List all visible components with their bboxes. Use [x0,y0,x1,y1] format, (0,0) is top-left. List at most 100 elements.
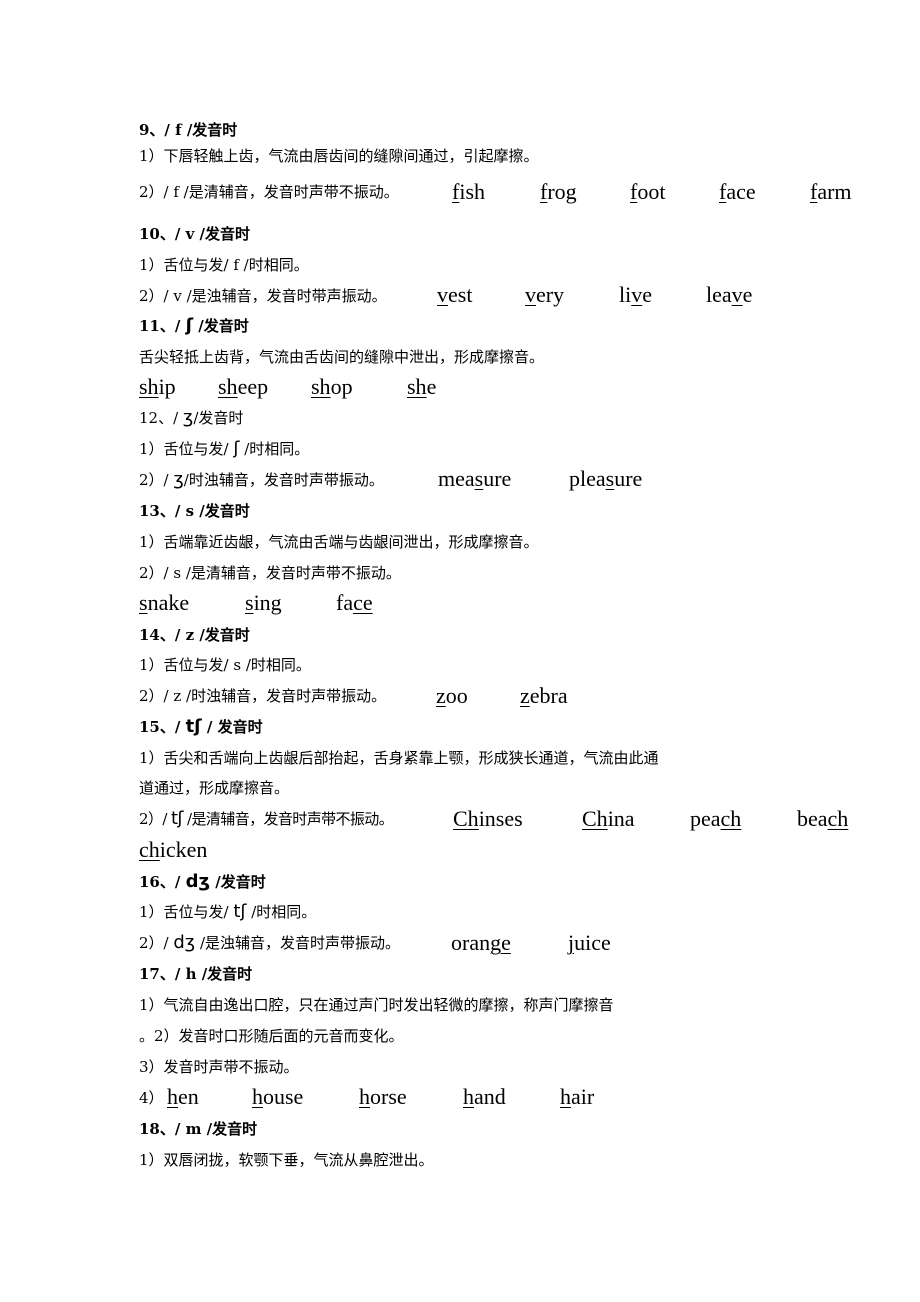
section-12-line-1: 1）舌位与发/ ʃ /时相同。 [139,439,309,459]
document-page: 9、/ f /发音时 1）下唇轻触上齿，气流由唇齿间的缝隙间通过，引起摩擦。 2… [0,0,920,1302]
word-part: e [742,282,753,307]
section-10-line-1: 1）舌位与发/ f /时相同。 [139,256,309,274]
word-part: ip [158,374,176,399]
example-word: peach [690,806,741,832]
heading-prefix: 11、/ [139,317,186,335]
text: 2）/ [139,934,174,952]
underlined-letters: sh [218,374,238,399]
word-part: ace [726,179,756,204]
word-part: lea [706,282,732,307]
word-part: oran [451,930,491,955]
example-word: sheep [218,374,268,400]
underlined-letters: ge [490,930,511,955]
word-part: ure [483,466,512,491]
word-part: and [474,1084,506,1109]
example-word: zoo [436,683,468,709]
example-word: live [619,282,652,308]
underlined-letters: z [436,683,446,708]
ipa-symbol: tʃ [185,716,202,737]
text: /时相同。 [239,440,310,458]
heading-suffix: /发音时 [193,409,244,427]
word-part: ish [459,179,486,204]
section-10-heading: 10、/ v /发音时 [139,225,250,243]
word-part: arm [817,179,852,204]
example-word: she [407,374,436,400]
example-word: hair [560,1084,594,1110]
word-part: icken [159,837,208,862]
underlined-letters: h [167,1084,178,1109]
example-word: hand [463,1084,506,1110]
underlined-letters: sh [139,374,159,399]
example-word: juice [568,930,611,956]
section-13-line-1: 1）舌端靠近齿龈，气流由舌端与齿龈间泄出，形成摩擦音。 [139,533,539,551]
word-part: en [178,1084,199,1109]
section-16-line-2: 2）/ dʒ /是浊辅音，发音时声带振动。 [139,933,400,953]
underlined-letters: v [631,282,643,307]
ipa-symbol: ʒ [173,469,184,490]
example-word: fish [452,179,485,205]
section-12-line-2: 2）/ ʒ/时浊辅音，发音时声带振动。 [139,470,384,490]
underlined-letters: v [731,282,743,307]
section-11-line-1: 舌尖轻抵上齿背，气流由舌齿间的缝隙中泄出，形成摩擦音。 [139,348,545,366]
underlined-letters: h [359,1084,370,1109]
example-word: vest [437,282,472,308]
section-9-heading: 9、/ f /发音时 [139,121,238,139]
underlined-letters: sh [407,374,427,399]
section-18-line-1: 1）双唇闭拢，软颚下垂，气流从鼻腔泄出。 [139,1151,434,1169]
word-part: e [426,374,437,399]
section-14-heading: 14、/ z /发音时 [139,626,250,644]
word-part: inses [478,806,523,831]
word-part: uice [574,930,611,955]
example-word: measure [438,466,511,492]
example-word: China [582,806,635,832]
heading-suffix: / 发音时 [201,718,263,736]
example-word: leave [706,282,752,308]
example-word: foot [630,179,665,205]
underlined-letters: s [605,466,615,491]
example-word: beach [797,806,848,832]
word-part: ina [607,806,635,831]
example-word: face [719,179,756,205]
ipa-symbol: dʒ [185,871,210,892]
text: 2）/ [139,810,171,828]
text: /时相同。 [246,903,317,921]
example-word: Chinses [453,806,523,832]
word-part: fa [336,590,354,615]
word-part: bea [797,806,828,831]
underlined-letters: Ch [582,806,608,831]
section-11-heading: 11、/ ʃ /发音时 [139,316,249,336]
example-word: very [525,282,564,308]
section-9-line-2: 2）/ f /是清辅音，发音时声带不振动。 [139,183,399,201]
ipa-symbol: ʃ [185,315,194,336]
text: 1）舌位与发/ [139,903,234,921]
text: 2）/ [139,471,174,489]
underlined-letters: Ch [453,806,479,831]
heading-prefix: 16、/ [139,873,186,891]
word-part: ing [253,590,282,615]
word-part: plea [569,466,606,491]
section-15-line-3: 2）/ tʃ /是清辅音，发音时声带不振动。 [139,809,394,829]
section-17-list-prefix: 4） [139,1089,164,1107]
section-13-line-2: 2）/ s /是清辅音，发音时声带不振动。 [139,564,401,582]
section-13-heading: 13、/ s /发音时 [139,502,250,520]
example-word: horse [359,1084,407,1110]
underlined-letters: ch [720,806,742,831]
section-17-line-2: 。2）发音时口形随后面的元音而变化。 [139,1027,404,1045]
heading-prefix: 15、/ [139,718,186,736]
section-14-line-1: 1）舌位与发/ s /时相同。 [139,656,311,674]
underlined-letters: ch [827,806,849,831]
word-part: orse [370,1084,407,1109]
example-word: shop [311,374,353,400]
section-14-line-2: 2）/ z /时浊辅音，发音时声带振动。 [139,687,387,705]
underlined-letters: ce [353,590,373,615]
word-part: ouse [263,1084,304,1109]
text: 1）舌位与发/ [139,440,234,458]
heading-suffix: /发音时 [210,873,266,891]
heading-prefix: 12、/ [139,409,183,427]
example-word: orange [451,930,511,956]
section-16-line-1: 1）舌位与发/ tʃ /时相同。 [139,902,316,922]
section-15-line-1: 1）舌尖和舌端向上齿龈后部抬起，舌身紧靠上颚，形成狭长通道，气流由此通 [139,749,659,767]
section-9-line-1: 1）下唇轻触上齿，气流由唇齿间的缝隙间通过，引起摩擦。 [139,147,539,165]
word-part: est [448,282,473,307]
section-16-heading: 16、/ dʒ /发音时 [139,872,266,892]
